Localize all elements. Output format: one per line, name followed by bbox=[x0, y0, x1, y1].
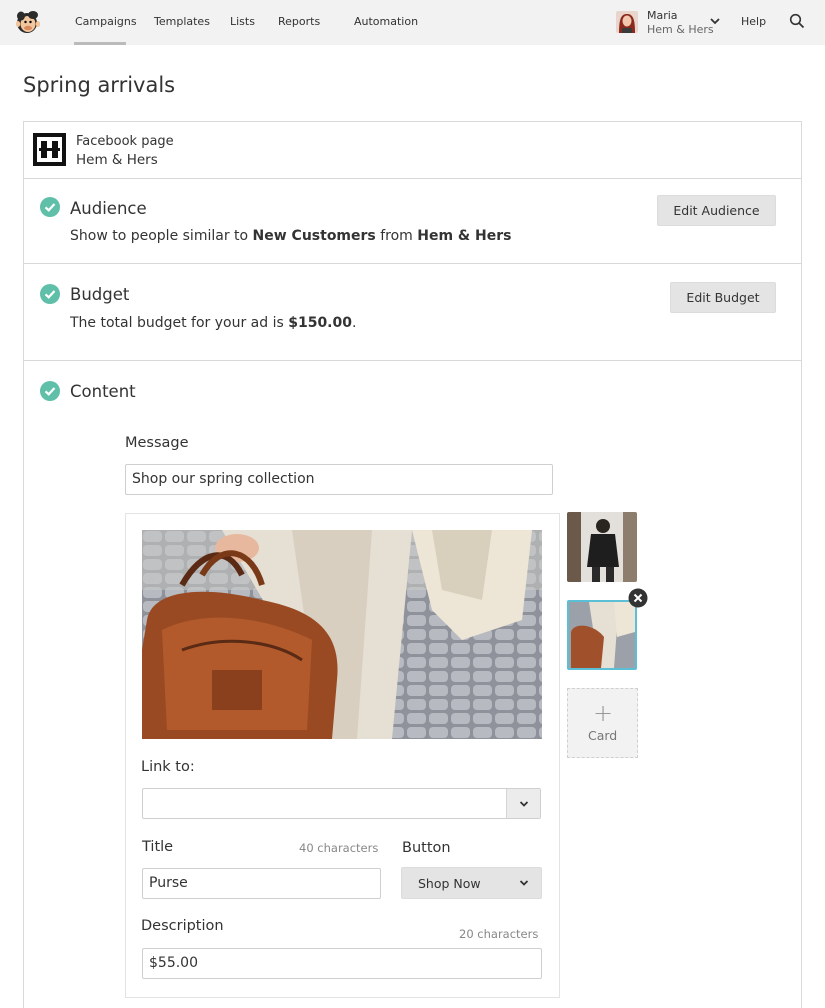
message-label: Message bbox=[125, 435, 189, 451]
button-select-value: Shop Now bbox=[418, 876, 481, 891]
chevron-down-icon bbox=[519, 801, 529, 807]
section-divider bbox=[23, 178, 802, 179]
section-divider bbox=[23, 360, 802, 361]
button-label: Button bbox=[402, 840, 451, 856]
budget-description: The total budget for your ad is $150.00. bbox=[70, 315, 357, 331]
mailchimp-logo-icon[interactable] bbox=[14, 9, 40, 35]
help-link[interactable]: Help bbox=[741, 15, 766, 28]
plus-icon: + bbox=[593, 699, 614, 727]
avatar[interactable] bbox=[616, 11, 638, 33]
description-char-counter: 20 characters bbox=[459, 927, 539, 941]
user-org[interactable]: Hem & Hers bbox=[647, 23, 714, 36]
select-arrow[interactable] bbox=[506, 789, 540, 818]
card-thumbnail-selected[interactable] bbox=[567, 600, 637, 670]
add-card-label: Card bbox=[588, 728, 618, 743]
card-thumbnail[interactable] bbox=[567, 512, 637, 582]
description-label: Description bbox=[141, 918, 224, 934]
edit-audience-button[interactable]: Edit Audience bbox=[657, 195, 776, 226]
message-input[interactable]: Shop our spring collection bbox=[125, 464, 553, 495]
check-circle-icon bbox=[40, 197, 60, 217]
chevron-down-icon bbox=[519, 880, 529, 886]
budget-title: Budget bbox=[70, 285, 130, 304]
page-title: Spring arrivals bbox=[23, 73, 176, 97]
edit-budget-button[interactable]: Edit Budget bbox=[670, 282, 776, 313]
check-circle-icon bbox=[40, 381, 60, 401]
nav-reports[interactable]: Reports bbox=[278, 15, 320, 28]
title-char-counter: 40 characters bbox=[299, 841, 379, 855]
card-main-image[interactable] bbox=[142, 530, 542, 739]
link-to-label: Link to: bbox=[141, 759, 195, 775]
nav-templates[interactable]: Templates bbox=[154, 15, 210, 28]
search-icon[interactable] bbox=[789, 13, 805, 29]
chevron-down-icon[interactable] bbox=[709, 15, 721, 27]
hem-and-hers-logo-icon bbox=[33, 133, 66, 166]
audience-title: Audience bbox=[70, 199, 147, 218]
title-label: Title bbox=[142, 839, 174, 855]
facebook-page-label: Facebook page bbox=[76, 134, 174, 149]
description-input[interactable]: $55.00 bbox=[142, 948, 542, 979]
link-to-select[interactable] bbox=[142, 788, 541, 819]
nav-campaigns[interactable]: Campaigns bbox=[75, 15, 137, 28]
nav-active-indicator bbox=[74, 42, 126, 45]
nav-automation[interactable]: Automation bbox=[354, 15, 418, 28]
check-circle-icon bbox=[40, 284, 60, 304]
title-input[interactable]: Purse bbox=[142, 868, 381, 899]
user-name[interactable]: Maria bbox=[647, 9, 678, 22]
remove-card-icon[interactable] bbox=[628, 588, 648, 608]
section-divider bbox=[23, 263, 802, 264]
audience-description: Show to people similar to New Customers … bbox=[70, 228, 512, 244]
content-title: Content bbox=[70, 382, 136, 401]
top-nav: Campaigns Templates Lists Reports Automa… bbox=[0, 0, 825, 45]
nav-lists[interactable]: Lists bbox=[230, 15, 255, 28]
facebook-page-name: Hem & Hers bbox=[76, 152, 158, 168]
